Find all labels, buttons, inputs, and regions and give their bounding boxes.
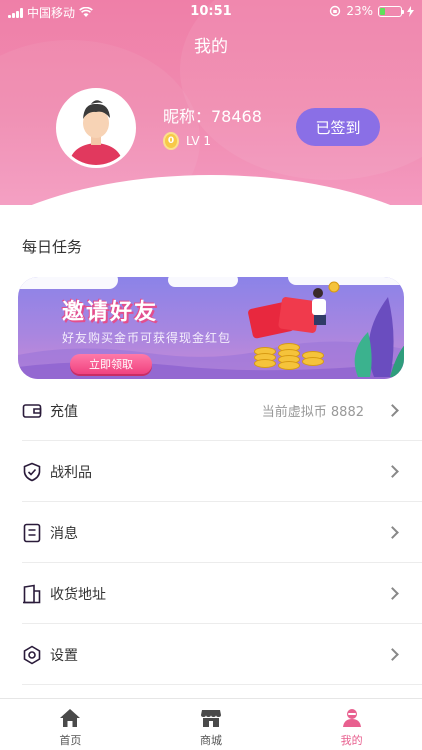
signed-in-button[interactable]: 已签到 [296, 108, 380, 146]
header-decoration [180, 0, 422, 180]
chevron-right-icon [386, 648, 399, 661]
page-title: 我的 [194, 37, 228, 57]
coin-icon [254, 359, 276, 368]
menu-item-messages[interactable]: 消息 [0, 502, 422, 563]
tab-store[interactable]: 商城 [141, 699, 282, 750]
banner-title: 邀请好友 [62, 300, 159, 325]
tab-mine[interactable]: 我的 [281, 699, 422, 750]
tab-label: 首页 [59, 734, 82, 747]
level-badge-icon: 0 [163, 132, 179, 150]
status-bar: 中国移动 10:51 23% [0, 0, 422, 22]
building-icon [23, 584, 41, 603]
avatar-illustration [59, 91, 133, 165]
menu-label: 充值 [50, 403, 78, 420]
message-icon [23, 523, 41, 542]
tab-home[interactable]: 首页 [0, 699, 141, 750]
menu-item-recharge[interactable]: 充值 当前虚拟币 8882 [0, 380, 422, 441]
menu-item-loot[interactable]: 战利品 [0, 441, 422, 502]
chevron-right-icon [386, 526, 399, 539]
avatar[interactable] [56, 88, 136, 168]
status-right: 23% [329, 4, 414, 18]
chevron-right-icon [386, 404, 399, 417]
virtual-coin-balance: 当前虚拟币 8882 [261, 405, 364, 420]
menu-label: 消息 [50, 525, 78, 542]
profile-header: 中国移动 10:51 23% 我的 昵称：78468 0 LV 1 已签到 [0, 0, 422, 205]
settings-icon [23, 645, 41, 664]
menu-label: 战利品 [50, 464, 92, 481]
wallet-icon [22, 403, 42, 418]
coin-icon [278, 361, 300, 370]
menu-item-settings[interactable]: 设置 [0, 624, 422, 685]
daily-tasks-title: 每日任务 [22, 238, 83, 256]
battery-icon [378, 5, 404, 17]
level-label: LV 1 [186, 134, 212, 148]
banner-subtitle: 好友购买金币可获得现金红包 [62, 331, 232, 345]
chevron-right-icon [386, 465, 399, 478]
menu-label: 设置 [50, 647, 78, 664]
tab-label: 我的 [340, 734, 363, 747]
claim-now-button[interactable]: 立即领取 [70, 354, 152, 374]
menu-label: 收货地址 [50, 586, 106, 603]
user-level: 0 LV 1 [163, 132, 211, 150]
coin-icon [302, 357, 324, 366]
nickname: 昵称：78468 [163, 107, 262, 126]
chevron-right-icon [386, 587, 399, 600]
user-icon [342, 709, 361, 727]
tab-label: 商城 [200, 734, 222, 747]
battery-percent: 23% [346, 4, 373, 18]
divider [22, 684, 422, 685]
shield-check-icon [23, 462, 41, 481]
menu-item-shipping-address[interactable]: 收货地址 [0, 563, 422, 624]
rotation-lock-icon [330, 5, 341, 17]
tab-bar: 首页 商城 我的 [0, 698, 422, 750]
invite-friends-banner[interactable]: 邀请好友 好友购买金币可获得现金红包 立即领取 [18, 277, 404, 379]
main-content: 每日任务 邀请好友 好友购买金币可获得现金红包 立即领取 充值 当前虚拟币 88… [0, 205, 422, 698]
store-icon [201, 710, 221, 727]
home-icon [60, 709, 81, 727]
charging-icon [407, 5, 414, 17]
